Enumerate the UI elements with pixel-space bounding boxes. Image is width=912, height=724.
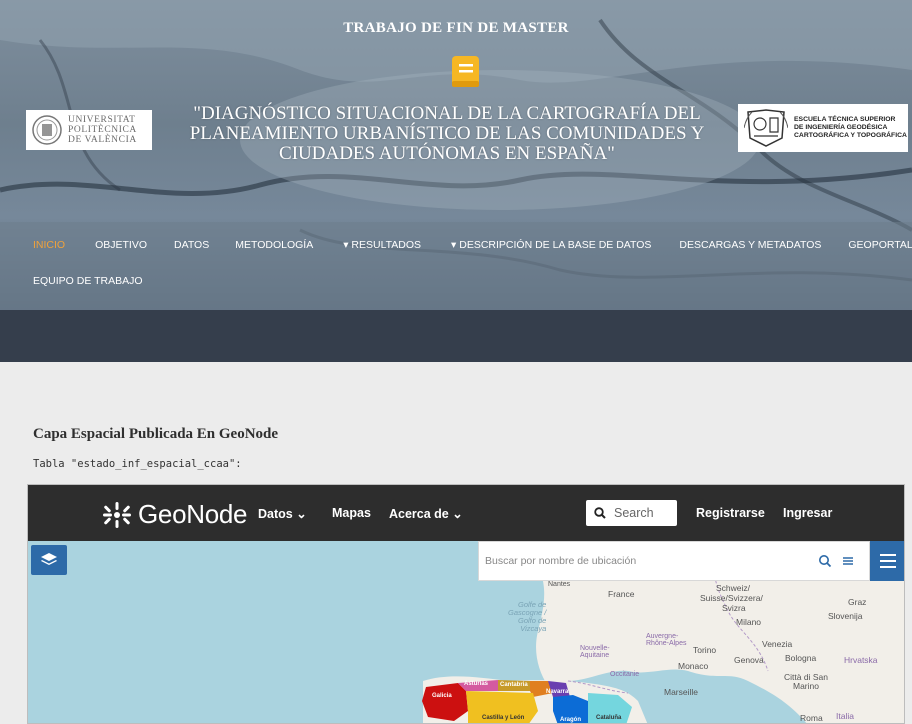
nav-item-metodologia[interactable]: METODOLOGÍA xyxy=(235,239,313,251)
region-label: Galicia xyxy=(432,693,452,699)
map-label: Bologna xyxy=(785,653,817,663)
book-icon xyxy=(452,56,479,87)
kicker-title: TRABAJO DE FIN DE MASTER xyxy=(343,20,569,36)
upv-seal-icon xyxy=(32,115,62,145)
map-canvas[interactable]: Buscar por nombre de ubicación Nantes Fr… xyxy=(28,541,904,723)
geonode-menu-acerca[interactable]: Acerca de ⌄ xyxy=(389,506,463,521)
map-label: Monaco xyxy=(678,661,709,671)
etsigct-logo-line: ESCUELA TÉCNICA SUPERIOR xyxy=(794,116,896,123)
map-label: Milano xyxy=(736,617,762,627)
map-label: Città di San Marino xyxy=(784,672,828,691)
options-menu-icon[interactable] xyxy=(841,554,855,568)
geonode-brand-text: GeoNode xyxy=(138,499,248,529)
search-icon xyxy=(594,507,606,519)
upv-logo-line: UNIVERSITAT xyxy=(68,115,136,125)
geonode-logo[interactable]: GeoNode xyxy=(98,499,248,530)
geonode-embed[interactable]: GeoNode Datos ⌄ Mapas Acerca de ⌄ Search… xyxy=(27,484,905,724)
upv-logo-line: POLITÈCNICA xyxy=(68,125,137,135)
region-label: Castilla y León xyxy=(482,715,525,721)
page-title: "DIAGNÓSTICO SITUACIONAL DE LA CARTOGRAF… xyxy=(160,104,734,164)
region-label: Asturias xyxy=(464,681,489,687)
page-title-line: "DIAGNÓSTICO SITUACIONAL DE LA CARTOGRAF… xyxy=(193,103,701,124)
geonode-menu-mapas[interactable]: Mapas xyxy=(332,506,371,520)
register-link[interactable]: Registrarse xyxy=(696,506,765,520)
map-label: Roma xyxy=(800,713,823,723)
region-label: Cataluña xyxy=(596,715,622,721)
upv-logo: UNIVERSITAT POLITÈCNICA DE VALÈNCIA xyxy=(26,110,152,150)
map-label: Svizra xyxy=(722,603,746,613)
page-title-line: PLANEAMIENTO URBANÍSTICO DE LAS COMUNIDA… xyxy=(189,123,705,144)
map-label: Hrvatska xyxy=(844,655,878,665)
search-icon[interactable] xyxy=(818,554,832,568)
nav-item-datos[interactable]: DATOS xyxy=(174,239,209,251)
page-title-line: CIUDADES AUTÓNOMAS EN ESPAÑA" xyxy=(279,143,615,164)
map-label: Auvergne- Rhône-Alpes xyxy=(646,633,687,647)
region-label: Aragón xyxy=(560,717,581,723)
map-label: Occitanie xyxy=(610,671,640,678)
etsigct-seal-icon xyxy=(744,109,788,147)
section-title: Capa Espacial Publicada En GeoNode xyxy=(33,426,279,442)
map-label: Nantes xyxy=(548,581,571,588)
map-label: Slovenija xyxy=(828,611,863,621)
nav-item-resultados[interactable]: ▾ RESULTADOS xyxy=(343,239,421,251)
map-label-sea: Golfe de Gascogne / Golfo de Vizcaya xyxy=(508,600,547,633)
map-label: Graz xyxy=(848,597,867,607)
geonode-menu-datos[interactable]: Datos ⌄ xyxy=(258,506,307,521)
location-search-bar[interactable]: Buscar por nombre de ubicación xyxy=(478,541,870,581)
map-label: Italia xyxy=(836,711,854,721)
etsigct-logo-line: CARTOGRÁFICA Y TOPOGRÁFICA xyxy=(794,132,907,139)
map-label: Nouvelle- Aquitaine xyxy=(580,645,610,659)
map-label: Torino xyxy=(693,645,717,655)
table-caption: Tabla "estado_inf_espacial_ccaa": xyxy=(33,458,242,470)
nav-item-geoportal[interactable]: GEOPORTAL xyxy=(848,239,912,251)
main-nav xyxy=(0,222,912,310)
menu-hamburger-icon[interactable] xyxy=(870,541,904,581)
nav-item-inicio[interactable]: INICIO xyxy=(33,239,65,251)
geonode-navbar: GeoNode Datos ⌄ Mapas Acerca de ⌄ Search… xyxy=(28,485,904,541)
login-link[interactable]: Ingresar xyxy=(783,506,832,520)
main-nav-row: EQUIPO DE TRABAJO xyxy=(33,274,143,288)
nav-item-descargas[interactable]: DESCARGAS Y METADATOS xyxy=(679,239,821,251)
layers-icon xyxy=(41,553,57,565)
layers-button[interactable] xyxy=(31,545,67,575)
etsigct-logo: ESCUELA TÉCNICA SUPERIOR DE INGENIERÍA G… xyxy=(738,104,908,152)
geonode-search-box[interactable]: Search xyxy=(586,500,677,526)
header-divider-band xyxy=(0,310,912,362)
map-label: Suisse/Svizzera/ xyxy=(700,593,763,603)
location-search-input[interactable]: Buscar por nombre de ubicación xyxy=(485,555,636,567)
nav-item-equipo[interactable]: EQUIPO DE TRABAJO xyxy=(33,275,143,287)
nav-item-objetivo[interactable]: OBJETIVO xyxy=(95,239,147,251)
main-nav-row: INICIO OBJETIVO DATOS METODOLOGÍA ▾ RESU… xyxy=(33,238,912,252)
region-galicia xyxy=(422,683,468,721)
region-label: Cantabria xyxy=(500,682,528,688)
etsigct-logo-line: DE INGENIERÍA GEODÉSICA xyxy=(794,124,888,131)
geonode-search-placeholder: Search xyxy=(614,506,654,520)
map-label: Schweiz/ xyxy=(716,583,751,593)
geonode-logo-icon xyxy=(103,501,131,528)
region-label: Navarra xyxy=(546,689,569,695)
upv-logo-line: DE VALÈNCIA xyxy=(68,135,137,145)
map-label: Venezia xyxy=(762,639,793,649)
map-label: Marseille xyxy=(664,687,699,697)
map-label: France xyxy=(608,589,635,599)
nav-item-descripcion[interactable]: ▾ DESCRIPCIÓN DE LA BASE DE DATOS xyxy=(451,239,651,251)
map-label: Genova xyxy=(734,655,764,665)
